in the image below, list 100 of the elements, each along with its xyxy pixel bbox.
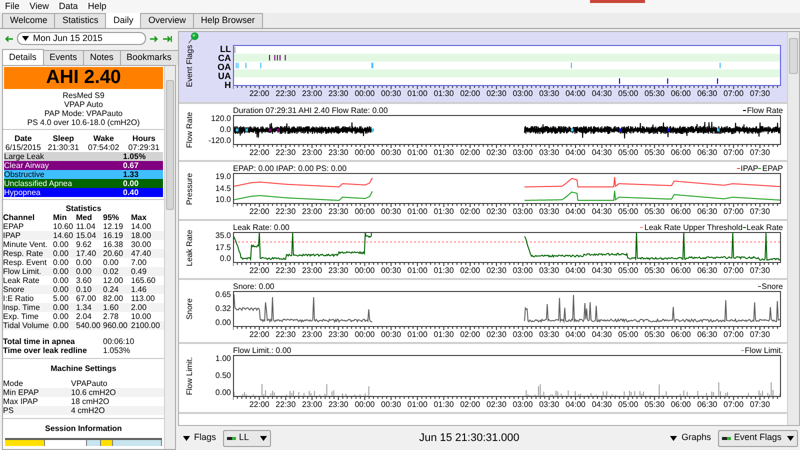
event-index-row: Large Leak 1.05% [4,152,163,161]
scrollbar[interactable] [164,66,175,449]
tab[interactable]: Welcome [2,13,56,28]
event-index-row: Unclassified Apnea 0.00 [4,179,163,188]
table-cell-text: 3.60 [76,276,93,285]
column-header: Max [131,213,148,222]
table-cell-text: 165.60 [131,276,156,285]
axis-label: 06:00 [670,266,691,276]
total-label: Time over leak redline [3,346,88,355]
axis-label: 06:00 [670,148,691,158]
legend-label: IPAP [740,164,758,173]
table-cell-text: 2.78 [103,312,120,321]
tab[interactable]: Bookmarks [120,50,179,65]
axis-label: 14.5 [215,184,231,192]
axis-label: 06:30 [697,148,718,158]
dropdown[interactable]: LL [223,430,272,446]
table-cell-text: 18 cmH2O [71,397,110,406]
axis-label: 07:00 [724,400,744,410]
axis-label: 01:30 [434,330,454,340]
dropdown-icon [260,436,268,440]
axis-label: 23:00 [302,89,322,99]
axis-label: 02:00 [460,330,480,340]
tab[interactable]: Events [42,50,84,65]
axis-label: 01:00 [407,266,428,276]
axis-label: 0.00 [215,389,231,397]
axis-label: 22:00 [249,148,270,158]
axis-label: 22:00 [249,400,270,410]
toggle-button[interactable]: Flags [180,431,220,445]
table-cell: 0.00 [53,303,76,312]
scrollbar-thumb[interactable] [166,80,174,210]
tab[interactable]: Help Browser [192,13,263,28]
table-cell-text: 2.04 [76,312,93,321]
axis-label: 05:00 [618,330,638,340]
tab[interactable]: Notes [83,50,121,65]
scrollbar[interactable] [787,32,799,425]
axis-label: 03:00 [512,207,533,217]
axis-label: 22:30 [276,148,296,158]
axis-label: 01:30 [434,207,454,217]
column-header: Channel [3,213,36,222]
axis-label: 22:30 [276,330,296,340]
graph-header-text: Flow Limit.: 0.00 [233,346,292,355]
tab[interactable]: Daily [105,12,142,28]
axis-label: 01:00 [407,89,428,99]
axis-label: 02:00 [460,89,480,99]
axis-label: 04:30 [592,266,612,276]
axis-label: UA [218,72,231,81]
table-cell-text: 0.00 [53,276,70,285]
table-cell: 0.02 [103,267,131,276]
axis-label: 01:00 [407,400,428,410]
axis-label: 22:30 [276,89,296,99]
event-index-row: Clear Airway 0.67 [4,161,163,170]
axis-label: H [224,81,231,90]
axis-label: 22:30 [276,207,296,217]
axis-label: 0.0 [220,126,231,134]
axis-label: 23:00 [302,207,322,217]
menu-item[interactable]: File [5,1,20,12]
axis-label: 04:00 [565,148,586,158]
axis-label: 02:30 [486,89,506,99]
machine-info-text: VPAP Auto [64,100,103,109]
table-cell-text: 10.00 [131,312,152,321]
axis-label: 04:00 [565,330,586,340]
axis-label: 04:30 [592,89,612,99]
axis-label: 06:30 [697,266,718,276]
axis-label: 02:30 [486,207,506,217]
table-cell: 540.00 [76,321,103,330]
axis-label: 01:00 [407,330,428,340]
axis-label: 05:30 [644,266,665,276]
menu-item[interactable]: Help [88,1,106,12]
tab[interactable]: Statistics [54,13,106,28]
date-dropdown[interactable]: Mon Jun 15 2015 [17,32,146,45]
axis-label: 02:30 [486,266,506,276]
axis-label: 00:30 [381,266,402,276]
axis-label: 01:00 [407,207,428,217]
table-cell: 16.19 [103,231,131,240]
table-cell-text: 0.00 [76,258,93,267]
axis-title: Leak Rate [184,229,195,266]
toggle-button[interactable]: Graphs [667,431,714,445]
axis-label: 00:30 [381,89,402,99]
axis-label: 07:00 [724,148,744,158]
axis-label: 01:30 [434,266,454,276]
menu-item[interactable]: Data [58,1,78,12]
dropdown[interactable]: Event Flags [718,430,798,446]
tab[interactable]: Overview [140,13,194,28]
dropdown-icon [670,436,678,440]
scrollbar-thumb[interactable] [789,38,798,74]
next-day-icon[interactable] [149,34,159,42]
axis-label: 04:30 [592,330,612,340]
table-cell-text: 11.04 [76,222,96,231]
axis-label: 00:00 [354,207,375,217]
last-day-icon[interactable] [162,34,172,42]
table-cell-text: 12.19 [103,222,124,231]
tab[interactable]: Details [2,49,44,65]
axis-label: 01:30 [434,89,454,99]
table-cell-text: EPAP [3,222,25,231]
table-cell: 0.49 [131,267,164,276]
previous-day-icon[interactable] [4,34,14,42]
axis-label: 05:30 [644,207,665,217]
menu-item[interactable]: View [30,1,49,12]
total-label: Total time in apnea [3,337,76,346]
table-cell: 0.24 [103,285,131,294]
